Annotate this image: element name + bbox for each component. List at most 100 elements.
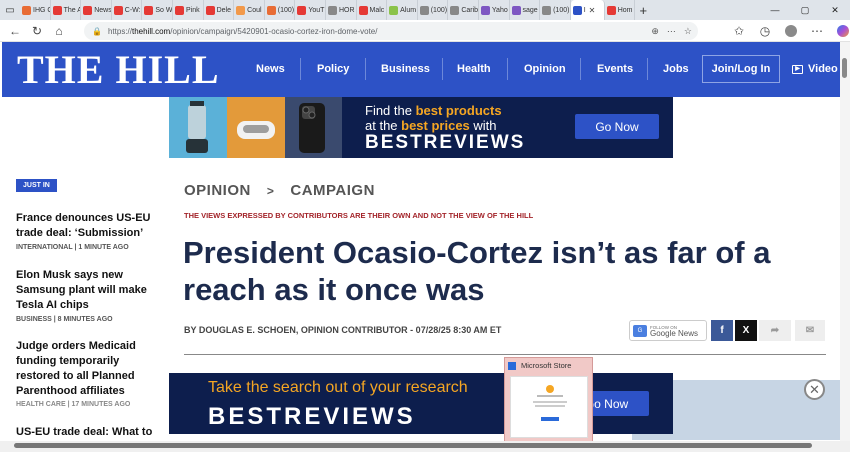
browser-tab[interactable]: The A [51,0,82,20]
browser-tab-bar: ▭ IHG C The A News: C-W: So W Pink Dele Coul (10… [0,0,850,20]
browser-tab[interactable]: sage [510,0,541,20]
browser-tab[interactable]: Malc [357,0,388,20]
opinion-disclaimer: THE VIEWS EXPRESSED BY CONTRIBUTORS ARE … [184,211,534,220]
browser-tab[interactable]: News: [81,0,112,20]
tab-label: HOR [338,6,355,14]
email-icon[interactable]: ✉ [795,320,825,341]
tab-favicon [389,5,399,15]
vr-headset-product-image [227,97,285,158]
zoom-icon[interactable]: ⊕ [651,26,659,37]
preview-thumbnail [510,376,588,438]
nav-jobs[interactable]: Jobs [663,63,689,75]
more-icon[interactable]: ⋯ [667,26,676,37]
close-ad-icon[interactable]: ✕ [804,379,825,400]
browser-tab[interactable]: Alum [387,0,418,20]
article-byline: BY DOUGLAS E. SCHOEN, OPINION CONTRIBUTO… [184,325,502,335]
browser-tab[interactable]: Coul [234,0,265,20]
video-button[interactable]: ▶ Video [792,63,838,75]
site-logo[interactable]: THE HILL [17,50,220,90]
horizontal-scroll-thumb[interactable] [14,443,812,448]
back-icon[interactable]: ← [4,20,26,42]
tab-label: (100) [430,6,448,14]
address-bar[interactable]: 🔒 https://thehill.com/opinion/campaign/5… [84,22,698,40]
login-button[interactable]: Join/Log In [702,55,780,83]
browser-tab[interactable]: I ✕ [570,0,605,20]
sidebar-headline[interactable]: Elon Musk says new Samsung plant will ma… [16,268,156,313]
browser-tab[interactable]: YouT [295,0,326,20]
tab-label: Hom [617,6,633,14]
top-advertisement[interactable]: Find the best products at the best price… [169,97,673,158]
home-icon[interactable]: ⌂ [48,20,70,42]
tab-favicon [450,5,460,15]
tab-favicon [297,5,307,15]
taskbar-window-preview[interactable]: Microsoft Store [504,357,593,443]
nav-opinion[interactable]: Opinion [524,63,566,75]
browser-tab[interactable]: C-W: [112,0,143,20]
settings-more-icon[interactable]: ⋯ [806,20,828,42]
favorites-icon[interactable]: ✩ [728,20,750,42]
browser-tab[interactable]: Pink [173,0,204,20]
tab-favicon [52,5,62,15]
x-share-button[interactable]: X [735,320,757,341]
profile-avatar[interactable] [780,20,802,42]
nav-health[interactable]: Health [457,63,491,75]
breadcrumb-section[interactable]: OPINION [184,182,251,199]
browser-toolbar: ← ↻ ⌂ 🔒 https://thehill.com/opinion/camp… [0,20,850,42]
bestreviews-logo: BESTREVIEWS [365,132,526,153]
refresh-icon[interactable]: ↻ [26,20,48,42]
tab-label: (100) [553,6,570,14]
tab-favicon [606,5,616,15]
browser-tab[interactable]: HOR [326,0,357,20]
browser-tab[interactable]: Yaho [479,0,510,20]
tab-favicon [266,5,276,15]
nav-divider [647,58,648,80]
new-tab-button[interactable]: + [635,3,651,18]
browser-tab[interactable]: Dele [204,0,235,20]
sidebar-headline[interactable]: France denounces US-EU trade deal: ‘Subm… [16,211,156,241]
vertical-scroll-thumb[interactable] [842,58,847,78]
facebook-share-button[interactable]: f [711,320,733,341]
google-news-text: FOLLOW ON Google News [650,325,698,338]
browser-tab[interactable]: Carib [448,0,479,20]
favorite-icon[interactable]: ☆ [684,26,692,37]
copilot-icon[interactable] [832,20,850,42]
history-icon[interactable]: ◷ [754,20,776,42]
nav-policy[interactable]: Policy [317,63,349,75]
sidebar-headline[interactable]: Judge orders Medicaid funding temporaril… [16,339,156,399]
nav-events[interactable]: Events [597,63,633,75]
site-header: THE HILL News Policy Business Health Opi… [2,42,840,97]
share-icon[interactable]: ➦ [759,320,791,341]
browser-tab[interactable]: (100) [418,0,449,20]
tab-favicon [511,5,521,15]
sidebar-headline[interactable]: US-EU trade deal: What to [16,425,156,440]
google-news-follow-button[interactable]: G FOLLOW ON Google News [629,320,707,341]
phone-icon [299,103,325,153]
breadcrumb-subsection[interactable]: CAMPAIGN [290,182,375,199]
top-ad-highlight: best products [415,103,502,118]
close-window-icon[interactable]: ✕ [820,5,850,16]
nav-news[interactable]: News [256,63,285,75]
browser-tab[interactable]: (100) [540,0,571,20]
nav-business[interactable]: Business [381,63,430,75]
store-window-thumbnail [533,385,567,421]
top-ad-text: at the [365,118,402,133]
top-ad-highlight: best prices [401,118,470,133]
url-prefix: https:// [107,26,132,36]
top-ad-go-now-button[interactable]: Go Now [575,114,659,139]
vertical-scrollbar[interactable] [840,42,850,442]
url-host: thehill.com [131,26,171,36]
close-tab-icon[interactable]: ✕ [589,6,596,15]
minimize-icon[interactable]: — [760,5,790,16]
play-icon: ▶ [792,64,803,74]
bottom-advertisement[interactable]: Take the search out of your research BES… [169,373,673,434]
maximize-icon[interactable]: ▢ [790,5,820,16]
tab-label: Dele [216,6,231,14]
browser-tab[interactable]: (100) [265,0,296,20]
tab-favicon [236,5,246,15]
browser-tab[interactable]: So W [142,0,173,20]
tab-actions-icon[interactable]: ▭ [0,0,20,20]
browser-tab[interactable]: Hom [605,0,636,20]
tab-label: The A [63,6,82,14]
tab-strip: IHG C The A News: C-W: So W Pink Dele Coul (100)… [20,0,636,20]
browser-tab[interactable]: IHG C [20,0,51,20]
